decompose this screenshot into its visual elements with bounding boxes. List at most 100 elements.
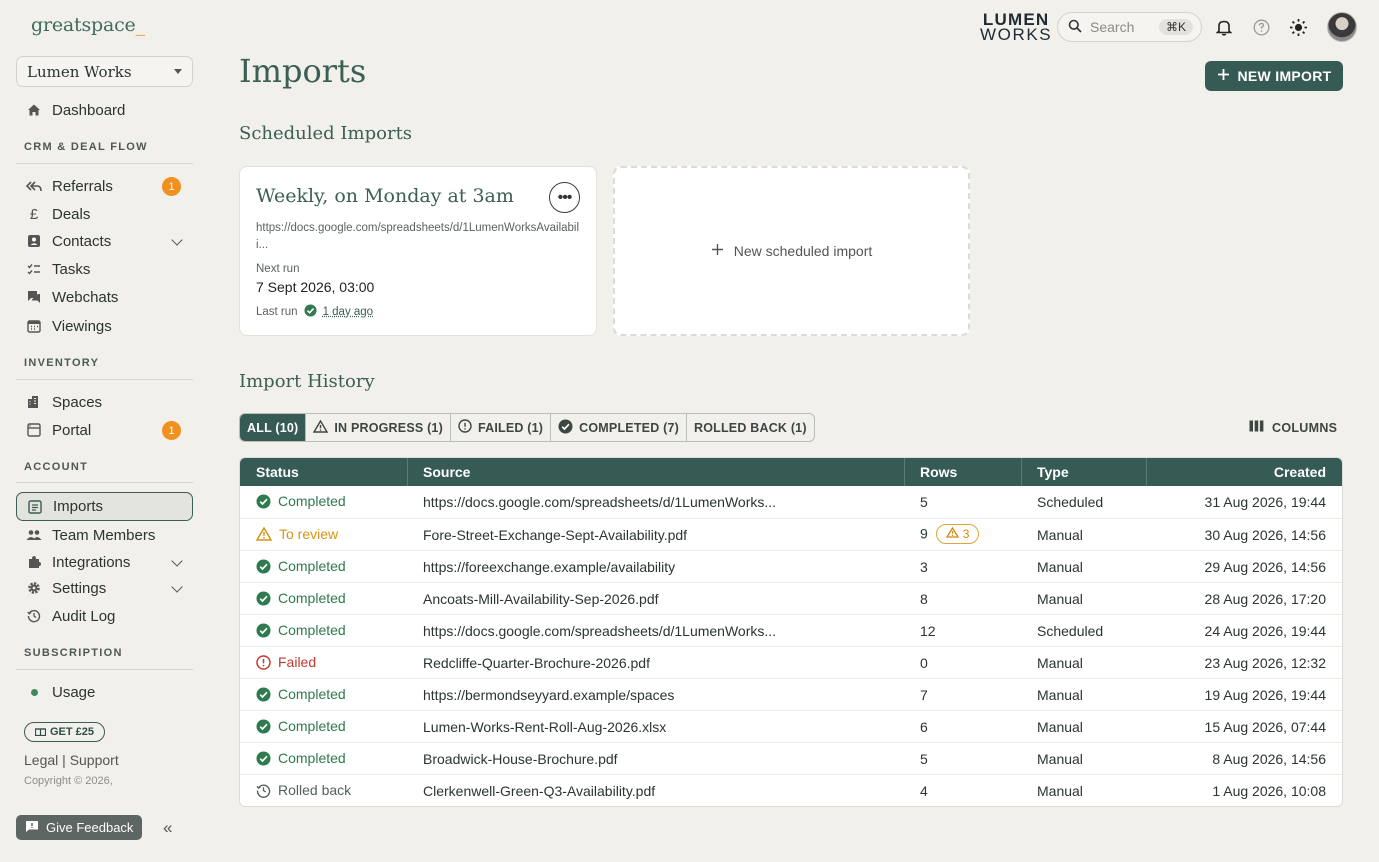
filter-failed[interactable]: FAILED (1) [449,414,550,441]
sidebar-item-audit-log[interactable]: Audit Log [16,603,193,629]
legal-link[interactable]: Legal [24,752,58,768]
page-title: Imports [239,52,367,90]
sidebar-item-integrations[interactable]: Integrations [16,549,193,575]
rows-cell: 5 [920,751,928,767]
sidebar-item-spaces[interactable]: Spaces [16,389,193,415]
column-header-rows[interactable]: Rows [920,464,957,480]
column-header-status[interactable]: Status [256,464,299,480]
table-row[interactable]: Completed https://docs.google.com/spreads… [240,486,1342,518]
sidebar-item-deals[interactable]: £ Deals [16,201,193,227]
gift-icon [34,726,47,739]
contacts-icon [26,233,42,249]
source-cell: https://docs.google.com/spreadsheets/d/1… [423,623,777,639]
bell-icon[interactable] [1214,17,1234,37]
table-row[interactable]: Completed https://docs.google.com/spreads… [240,614,1342,646]
give-feedback-button[interactable]: Give Feedback [16,815,143,840]
table-row[interactable]: Completed Ancoats-Mill-Availability-Sep-2… [240,582,1342,614]
calendar-icon [26,318,42,334]
columns-button[interactable]: COLUMNS [1249,420,1337,435]
columns-icon [1249,420,1264,435]
scheduled-import-card[interactable]: Weekly, on Monday at 3am ••• https://doc… [239,166,597,336]
sidebar-item-imports[interactable]: Imports [16,492,193,521]
created-cell: 29 Aug 2026, 14:56 [1204,559,1326,575]
more-options-icon[interactable]: ••• [549,182,580,213]
created-cell: 19 Aug 2026, 19:44 [1204,687,1326,703]
warning-icon [313,419,329,436]
table-row[interactable]: To review Fore-Street-Exchange-Sept-Avail… [240,518,1342,550]
table-row[interactable]: Completed Lumen-Works-Rent-Roll-Aug-2026.… [240,710,1342,742]
greatspace-logo[interactable]: greatspace_ [31,14,145,36]
type-cell: Manual [1037,783,1083,799]
client-logo: LUMEN WORKS [980,10,1053,44]
status-cell: Failed [256,654,316,670]
rows-cell: 3 [920,559,928,575]
source-cell: https://foreexchange.example/availabilit… [423,559,676,575]
sidebar-item-webchats[interactable]: Webchats [16,284,193,310]
search-icon [1068,19,1082,36]
filter-all[interactable]: ALL (10) [240,414,306,441]
source-cell: Clerkenwell-Green-Q3-Availability.pdf [423,783,656,799]
divider [16,669,193,670]
alert-circle-icon [256,654,271,670]
column-header-created[interactable]: Created [1274,464,1326,480]
type-cell: Scheduled [1037,623,1104,639]
rows-cell: 4 [920,783,928,799]
sidebar: greatspace_ Lumen Works Dashboard CRM & … [0,0,208,862]
sidebar-item-usage[interactable]: Usage [16,679,193,705]
filter-completed[interactable]: COMPLETED (7) [550,414,686,441]
status-dot-icon [26,684,42,700]
check-circle-icon [304,304,317,320]
created-cell: 31 Aug 2026, 19:44 [1204,494,1326,510]
gear-icon [26,580,42,596]
user-avatar[interactable] [1327,12,1357,42]
sidebar-item-dashboard[interactable]: Dashboard [16,97,193,123]
search-box[interactable]: ⌘K [1057,12,1202,42]
help-icon[interactable] [1251,17,1271,37]
sidebar-item-settings[interactable]: Settings [16,575,193,601]
sidebar-item-portal[interactable]: Portal 1 [16,417,193,443]
sidebar-item-referrals[interactable]: Referrals 1 [16,173,193,199]
last-run-link[interactable]: 1 day ago [323,306,374,318]
rows-cell: 8 [920,591,928,607]
collapse-sidebar-icon[interactable]: « [163,818,172,838]
source-cell: Broadwick-House-Brochure.pdf [423,751,618,767]
rows-cell: 7 [920,687,928,703]
table-row[interactable]: Failed Redcliffe-Quarter-Brochure-2026.pd… [240,646,1342,678]
rows-cell: 12 [920,623,936,639]
table-row[interactable]: Rolled back Clerkenwell-Green-Q3-Availabi… [240,774,1342,806]
type-cell: Scheduled [1037,494,1104,510]
organization-select-value: Lumen Works [27,62,132,81]
divider [16,482,193,483]
new-import-button[interactable]: NEW IMPORT [1205,61,1343,91]
support-link[interactable]: Support [70,752,119,768]
organization-select[interactable]: Lumen Works [16,56,193,87]
chevron-down-icon [171,555,183,567]
referral-offer-button[interactable]: GET £25 [24,722,106,742]
status-filter-tabs: ALL (10) IN PROGRESS (1) FAILED (1) COMP… [239,413,815,442]
next-run-label: Next run [256,263,300,275]
source-cell: https://bermondseyyard.example/spaces [423,687,675,703]
warnings-badge[interactable]: 3 [935,524,980,544]
created-cell: 28 Aug 2026, 17:20 [1204,591,1326,607]
last-run-label: Last run [256,306,298,318]
sidebar-item-contacts[interactable]: Contacts [16,228,193,254]
sidebar-item-viewings[interactable]: Viewings [16,313,193,339]
type-cell: Manual [1037,559,1083,575]
column-header-source[interactable]: Source [423,464,470,480]
chat-icon [26,289,42,305]
new-scheduled-import-button[interactable]: New scheduled import [613,166,970,336]
reply-all-icon [26,178,42,194]
sidebar-item-tasks[interactable]: Tasks [16,256,193,282]
filter-rolled-back[interactable]: ROLLED BACK (1) [685,414,814,441]
building-icon [26,394,42,410]
table-row[interactable]: Completed https://foreexchange.example/av… [240,550,1342,582]
theme-toggle-sun-icon[interactable] [1288,17,1308,37]
table-row[interactable]: Completed https://bermondseyyard.example/… [240,678,1342,710]
sidebar-item-team-members[interactable]: Team Members [16,522,193,548]
column-header-type[interactable]: Type [1037,464,1069,480]
table-row[interactable]: Completed Broadwick-House-Brochure.pdf 5 Ma… [240,742,1342,774]
search-input[interactable] [1090,19,1154,35]
type-cell: Manual [1037,527,1083,543]
schedule-title: Weekly, on Monday at 3am [256,185,514,207]
filter-in-progress[interactable]: IN PROGRESS (1) [305,414,450,441]
